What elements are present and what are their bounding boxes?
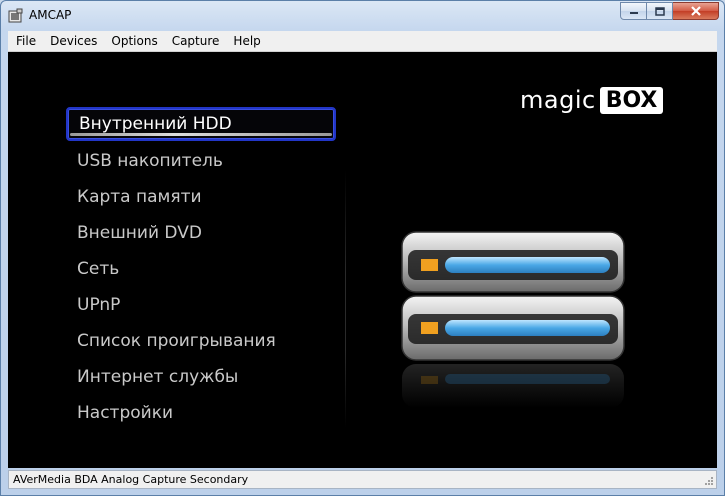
menu-capture[interactable]: Capture xyxy=(165,31,227,51)
window-title: AMCAP xyxy=(29,8,72,22)
source-menu: Внутренний HDD USB накопитель Карта памя… xyxy=(66,107,336,431)
resize-grip-icon[interactable] xyxy=(704,476,714,486)
menu-item-network[interactable]: Сеть xyxy=(66,251,336,287)
status-text: AVerMedia BDA Analog Capture Secondary xyxy=(13,473,249,486)
menu-help[interactable]: Help xyxy=(226,31,267,51)
title-bar[interactable]: AMCAP xyxy=(1,1,724,31)
maximize-button[interactable] xyxy=(647,2,673,20)
minimize-button[interactable] xyxy=(620,2,647,20)
video-preview: magic BOX Внутренний HDD USB накопитель … xyxy=(8,52,717,468)
menu-item-upnp[interactable]: UPnP xyxy=(66,287,336,323)
menu-item-internal-hdd[interactable]: Внутренний HDD xyxy=(66,107,336,141)
menu-bar: File Devices Options Capture Help xyxy=(8,31,717,52)
menu-devices[interactable]: Devices xyxy=(43,31,104,51)
maximize-icon xyxy=(654,6,665,16)
menu-item-memory-card[interactable]: Карта памяти xyxy=(66,179,336,215)
logo-magic-text: magic xyxy=(520,86,596,114)
close-button[interactable] xyxy=(673,2,719,20)
menu-item-playlist[interactable]: Список проигрывания xyxy=(66,323,336,359)
close-icon xyxy=(690,6,701,16)
menu-divider xyxy=(345,170,346,428)
menu-item-external-dvd[interactable]: Внешний DVD xyxy=(66,215,336,251)
caption-buttons xyxy=(620,2,719,21)
menu-options[interactable]: Options xyxy=(104,31,164,51)
menu-file[interactable]: File xyxy=(8,31,43,51)
logo-box-text: BOX xyxy=(599,86,664,114)
menu-item-usb-storage[interactable]: USB накопитель xyxy=(66,143,336,179)
camera-app-icon xyxy=(8,8,23,23)
minimize-icon xyxy=(629,12,638,14)
app-window: AMCAP File Devices Options Capture Help … xyxy=(0,0,725,496)
menu-item-internet-services[interactable]: Интернет службы xyxy=(66,359,336,395)
magicbox-logo: magic BOX xyxy=(520,86,664,114)
hard-drive-icon xyxy=(401,231,625,408)
status-bar: AVerMedia BDA Analog Capture Secondary xyxy=(8,470,717,489)
menu-item-settings[interactable]: Настройки xyxy=(66,395,336,431)
